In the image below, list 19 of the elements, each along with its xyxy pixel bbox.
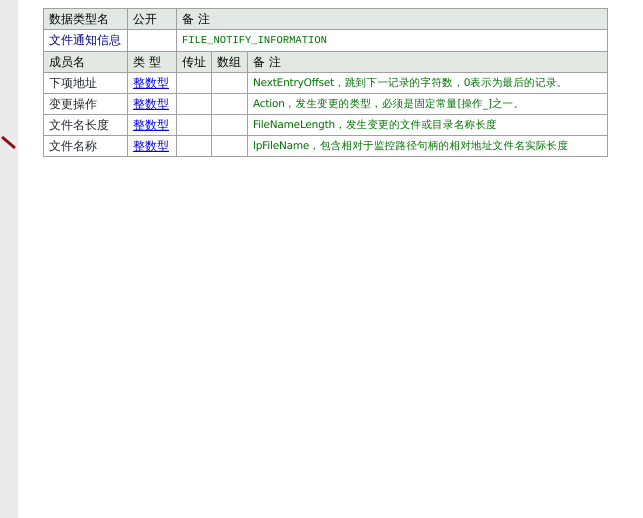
column-header: 备 注 bbox=[253, 54, 281, 68]
member-name: 文件名长度 bbox=[49, 118, 109, 132]
pencil-icon bbox=[1, 136, 17, 150]
column-header: 备 注 bbox=[182, 12, 210, 26]
column-header: 成员名 bbox=[49, 54, 85, 68]
column-header: 类 型 bbox=[133, 54, 161, 68]
member-name: 下项地址 bbox=[49, 76, 97, 90]
type-note: FILE_NOTIFY_INFORMATION bbox=[182, 35, 327, 47]
member-note: lpFileName，包含相对于监控路径句柄的相对地址文件名实际长度 bbox=[253, 140, 568, 152]
column-header: 数组 bbox=[217, 54, 241, 68]
type-name: 文件通知信息 bbox=[49, 33, 121, 47]
member-note: Action，发生变更的类型，必须是固定常量[操作_]之一。 bbox=[253, 98, 524, 110]
member-name: 文件名称 bbox=[49, 138, 97, 152]
column-header: 传址 bbox=[182, 54, 206, 68]
member-name: 变更操作 bbox=[49, 96, 97, 110]
column-header: 公开 bbox=[133, 12, 157, 26]
column-header: 数据类型名 bbox=[49, 12, 109, 26]
member-note: NextEntryOffset，跳到下一记录的字符数，0表示为最后的记录。 bbox=[253, 77, 568, 89]
member-note: FileNameLength，发生变更的文件或目录名称长度 bbox=[253, 119, 497, 131]
